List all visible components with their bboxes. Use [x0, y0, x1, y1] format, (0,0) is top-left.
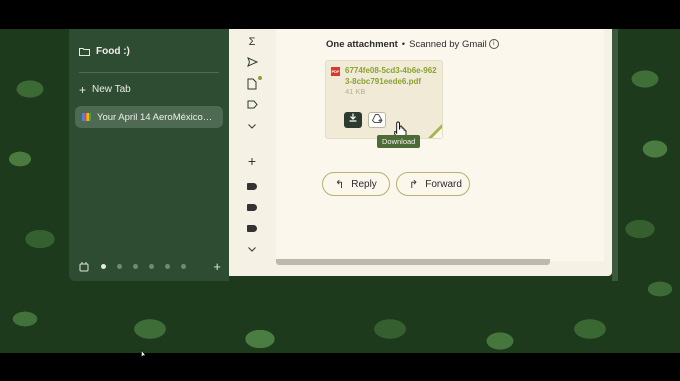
download-tooltip: Download: [377, 135, 421, 148]
space-dot[interactable]: [133, 263, 138, 269]
window-edge: [612, 29, 618, 281]
add-to-drive-button[interactable]: [368, 112, 386, 128]
download-button[interactable]: [344, 112, 362, 128]
attachment-heading: One attachment: [326, 39, 398, 50]
label-icon[interactable]: [246, 100, 258, 112]
plus-icon[interactable]: +: [246, 154, 258, 168]
folder-icon: [79, 48, 90, 56]
archive-icon[interactable]: [79, 261, 89, 272]
gmail-favicon-icon: [82, 113, 91, 121]
sidebar-folder-food[interactable]: Food :): [79, 46, 130, 57]
letterbox-bottom: [0, 353, 680, 381]
letterbox-top: [0, 0, 680, 29]
draft-icon[interactable]: [246, 78, 258, 90]
pointer-cursor-icon: [141, 350, 146, 358]
space-dots: [101, 263, 186, 269]
download-icon: [349, 113, 357, 122]
label-icon[interactable]: [247, 183, 257, 190]
label-icon[interactable]: [247, 204, 257, 211]
draft-indicator-dot: [258, 76, 262, 80]
reply-button[interactable]: ↰ Reply: [322, 172, 390, 196]
attachment-header: One attachment • Scanned by Gmail i: [326, 39, 499, 50]
info-icon[interactable]: i: [488, 39, 499, 50]
reply-label: Reply: [351, 178, 377, 190]
email-body: One attachment • Scanned by Gmail i PDF 677…: [276, 29, 604, 261]
horizontal-scrollbar[interactable]: [276, 259, 550, 265]
mail-panel: Σ + One attachment • Scanned by Gmail i PDF…: [229, 29, 612, 276]
scanned-label: Scanned by Gmail: [409, 39, 487, 50]
label-icon[interactable]: [247, 225, 257, 232]
attachment-card[interactable]: PDF 6774fe08-5cd3-4b6e-9623-8cbc791eede6…: [325, 60, 443, 139]
new-tab-label: New Tab: [92, 84, 131, 95]
pdf-icon: PDF: [331, 67, 340, 76]
space-dot[interactable]: [165, 263, 170, 269]
page-fold-corner: [432, 128, 442, 138]
attachment-size: 41 KB: [345, 87, 366, 96]
forward-button[interactable]: ↱ Forward: [396, 172, 470, 196]
space-dot[interactable]: [117, 263, 122, 269]
attachment-filename: 6774fe08-5cd3-4b6e-9623-8cbc791eede6.pdf: [345, 66, 437, 86]
sidebar-divider: [79, 72, 219, 73]
gmail-rail: Σ +: [229, 29, 275, 276]
folder-label: Food :): [96, 46, 130, 57]
add-space-plus-icon[interactable]: +: [213, 260, 221, 273]
drive-add-icon: [371, 114, 383, 123]
chevron-down-icon[interactable]: [246, 244, 258, 256]
reply-icon: ↰: [335, 178, 345, 191]
sidebar-bottom-bar: +: [79, 259, 221, 273]
forward-label: Forward: [425, 178, 462, 190]
space-dot[interactable]: [181, 263, 186, 269]
sidebar-tab-active[interactable]: Your April 14 AeroMéxico…: [75, 106, 223, 128]
browser-sidebar: Food :) + New Tab Your April 14 AeroMéxi…: [69, 29, 229, 281]
space-dot[interactable]: [149, 263, 154, 269]
sigma-icon[interactable]: Σ: [246, 36, 258, 48]
space-dot[interactable]: [101, 263, 106, 269]
send-icon[interactable]: [246, 57, 258, 69]
new-tab-button[interactable]: + New Tab: [79, 82, 131, 97]
forward-icon: ↱: [409, 178, 419, 191]
tab-title: Your April 14 AeroMéxico…: [97, 111, 213, 123]
plus-icon: +: [79, 82, 87, 97]
chevron-down-icon[interactable]: [246, 121, 258, 133]
